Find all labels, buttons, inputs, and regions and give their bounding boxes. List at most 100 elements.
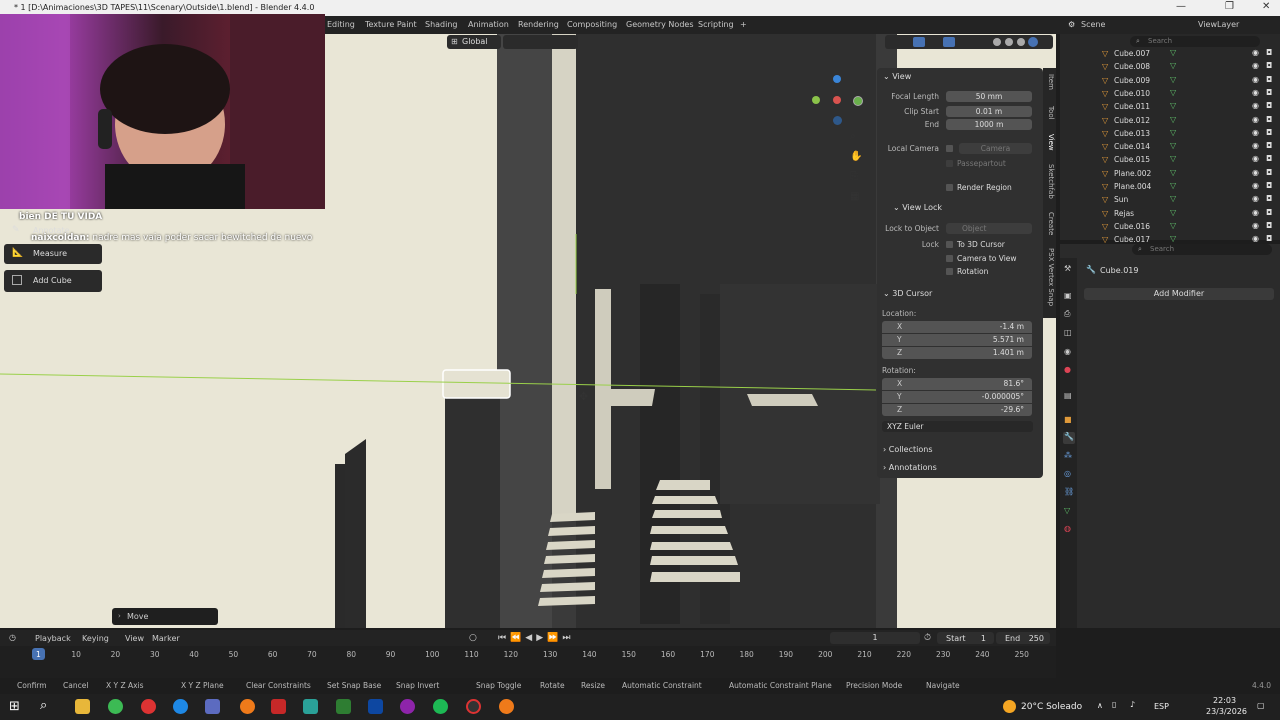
sidebar-n-panel[interactable]: ⌄ View Focal Length 50 mm Clip Start 0.0…: [877, 68, 1043, 478]
mesh-data-icon[interactable]: ▽: [1170, 115, 1176, 124]
marker-menu[interactable]: Marker: [152, 634, 180, 643]
notification-icon[interactable]: ▢: [1257, 701, 1265, 710]
render-camera-icon[interactable]: ◘: [1266, 208, 1272, 217]
outliner-item[interactable]: ▽ Cube.012 ▽ ◉ ◘: [1060, 114, 1280, 127]
visibility-eye-icon[interactable]: ◉: [1252, 194, 1259, 203]
render-camera-icon[interactable]: ◘: [1266, 221, 1272, 230]
mesh-data-icon[interactable]: ▽: [1170, 208, 1176, 217]
clock-date[interactable]: 23/3/2026: [1206, 707, 1247, 716]
tab-view[interactable]: View: [1044, 134, 1055, 151]
tab-compositing[interactable]: Compositing: [567, 20, 617, 29]
visibility-eye-icon[interactable]: ◉: [1252, 48, 1259, 57]
navigation-gizmo[interactable]: [808, 72, 866, 126]
gizmo-y-axis[interactable]: [812, 96, 820, 104]
visibility-eye-icon[interactable]: ◉: [1252, 128, 1259, 137]
render-camera-icon[interactable]: ◘: [1266, 141, 1272, 150]
cursor-location-x[interactable]: X -1.4 m: [882, 321, 1032, 333]
timeline[interactable]: 1 10 20 30 40 50 60 70 80 90 100 110 120 130 140 150 160…: [0, 646, 1056, 678]
cursor-location-z[interactable]: Z 1.401 m: [882, 347, 1032, 359]
view-lock-header[interactable]: ⌄ View Lock: [893, 203, 942, 212]
current-frame-field[interactable]: 1: [830, 632, 920, 644]
mesh-data-icon[interactable]: ▽: [1170, 128, 1176, 137]
passepartout-checkbox[interactable]: [946, 160, 953, 167]
3d-cursor-header[interactable]: ⌄ 3D Cursor: [883, 289, 932, 298]
outliner-item[interactable]: ▽ Cube.011 ▽ ◉ ◘: [1060, 100, 1280, 113]
weather-text[interactable]: 20°C Soleado: [1021, 702, 1082, 712]
tool-add-cube[interactable]: Add Cube: [4, 270, 102, 292]
visibility-eye-icon[interactable]: ◉: [1252, 75, 1259, 84]
render-camera-icon[interactable]: ◘: [1266, 61, 1272, 70]
mesh-data-icon[interactable]: ▽: [1170, 141, 1176, 150]
blender-taskbar-icon[interactable]: [240, 699, 255, 714]
outliner-item[interactable]: ▽ Cube.008 ▽ ◉ ◘: [1060, 60, 1280, 73]
gizmo-z-axis[interactable]: [833, 75, 841, 83]
visibility-eye-icon[interactable]: ◉: [1252, 181, 1259, 190]
mesh-data-icon[interactable]: ▽: [1170, 75, 1176, 84]
output-tab-icon[interactable]: ⎙: [1064, 309, 1070, 319]
local-camera-checkbox[interactable]: [946, 145, 953, 152]
gizmo-z-neg-axis[interactable]: [833, 116, 842, 125]
tool-measure[interactable]: 📐 Measure: [4, 244, 102, 264]
spotify-icon[interactable]: [433, 699, 448, 714]
chrome-icon[interactable]: [108, 699, 123, 714]
gizmo-toggle-icon[interactable]: [913, 37, 925, 47]
render-camera-icon[interactable]: ◘: [1266, 101, 1272, 110]
mesh-data-icon[interactable]: ▽: [1170, 101, 1176, 110]
app-icon-2[interactable]: [271, 699, 286, 714]
clock-time[interactable]: 22:03: [1213, 696, 1236, 705]
start-frame-field[interactable]: Start 1: [937, 632, 994, 644]
outliner-item[interactable]: ▽ Cube.013 ▽ ◉ ◘: [1060, 127, 1280, 140]
mesh-data-icon[interactable]: ▽: [1170, 234, 1176, 243]
weather-icon[interactable]: [1003, 700, 1016, 713]
outliner-item[interactable]: ▽ Cube.014 ▽ ◉ ◘: [1060, 140, 1280, 153]
viewport-shading-controls[interactable]: [885, 35, 1053, 49]
physics-tab-icon[interactable]: ◎: [1064, 469, 1071, 478]
tab-rendering[interactable]: Rendering: [518, 20, 559, 29]
scene-icon[interactable]: ⚙: [1068, 20, 1075, 29]
add-workspace-button[interactable]: +: [740, 20, 747, 29]
camera-to-view-checkbox[interactable]: [946, 255, 953, 262]
render-camera-icon[interactable]: ◘: [1266, 234, 1272, 243]
edge-icon[interactable]: [173, 699, 188, 714]
outliner-item[interactable]: ▽ Plane.002 ▽ ◉ ◘: [1060, 167, 1280, 180]
blender-active-icon[interactable]: [499, 699, 514, 714]
visibility-eye-icon[interactable]: ◉: [1252, 88, 1259, 97]
mesh-data-icon[interactable]: ▽: [1170, 194, 1176, 203]
rendered-shading-icon[interactable]: [1017, 38, 1025, 46]
view-layer-selector[interactable]: ViewLayer: [1198, 20, 1239, 29]
render-camera-icon[interactable]: ◘: [1266, 88, 1272, 97]
outliner-item[interactable]: ▽ Cube.016 ▽ ◉ ◘: [1060, 220, 1280, 233]
outliner[interactable]: ⌕ Search ▽ Cube.007 ▽ ◉ ◘ ▽ Cube.008 ▽ ◉ ◘ ▽ Cube.0…: [1060, 34, 1280, 244]
tab-editing[interactable]: Editing: [327, 20, 355, 29]
visibility-eye-icon[interactable]: ◉: [1252, 168, 1259, 177]
lock-object-field[interactable]: Object: [946, 223, 1032, 234]
scene-selector[interactable]: Scene: [1081, 20, 1105, 29]
pycharm-icon[interactable]: [336, 699, 351, 714]
mesh-data-icon[interactable]: ▽: [1170, 88, 1176, 97]
to-3d-cursor-checkbox[interactable]: [946, 241, 953, 248]
tab-texture-paint[interactable]: Texture Paint: [365, 20, 417, 29]
tray-chevron-icon[interactable]: ∧: [1097, 701, 1103, 710]
visibility-eye-icon[interactable]: ◉: [1252, 101, 1259, 110]
camera-view-icon[interactable]: ⎘: [850, 171, 858, 182]
constraints-tab-icon[interactable]: ⛓: [1064, 487, 1074, 496]
tab-scripting[interactable]: Scripting: [698, 20, 734, 29]
snapping-controls[interactable]: [503, 35, 578, 49]
gizmo-x-axis[interactable]: [833, 96, 841, 104]
playback-controls[interactable]: ⏮⏪◀▶⏩⏭: [498, 633, 574, 643]
add-modifier-button[interactable]: Add Modifier: [1084, 288, 1274, 300]
mesh-data-icon[interactable]: ▽: [1170, 48, 1176, 57]
visibility-eye-icon[interactable]: ◉: [1252, 61, 1259, 70]
render-camera-icon[interactable]: ◘: [1266, 75, 1272, 84]
app-icon-3[interactable]: [303, 699, 318, 714]
properties-search-input[interactable]: ⌕ Search: [1132, 244, 1272, 255]
vscode-icon[interactable]: [368, 699, 383, 714]
modifier-tab-icon[interactable]: 🔧: [1063, 432, 1075, 444]
perspective-toggle-icon[interactable]: ▦: [850, 191, 859, 202]
cursor-rotation-x[interactable]: X 81.6°: [882, 378, 1032, 390]
rotation-lock-checkbox[interactable]: [946, 268, 953, 275]
mesh-data-icon[interactable]: ▽: [1170, 181, 1176, 190]
render-camera-icon[interactable]: ◘: [1266, 194, 1272, 203]
operator-panel[interactable]: › Move: [112, 608, 218, 625]
maximize-button[interactable]: ❐: [1225, 1, 1234, 12]
